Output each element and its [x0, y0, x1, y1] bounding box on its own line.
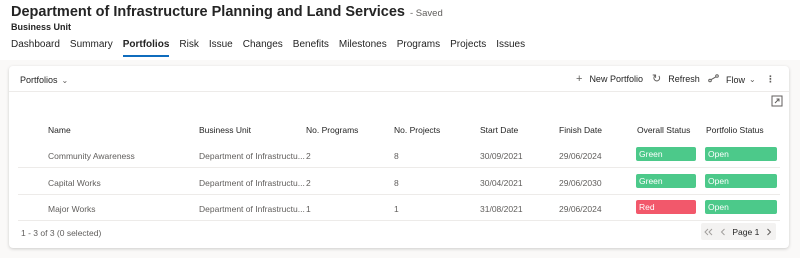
- cell-projects: 8: [394, 151, 399, 161]
- cell-name[interactable]: Major Works: [48, 204, 96, 214]
- cell-start-date: 31/08/2021: [480, 204, 523, 214]
- tab-portfolios[interactable]: Portfolios: [122, 38, 169, 60]
- tab-dashboard[interactable]: Dashboard: [11, 38, 60, 60]
- form-header: Department of Infrastructure Planning an…: [0, 0, 800, 60]
- cell-programs: 2: [306, 178, 311, 188]
- previous-page-button[interactable]: [716, 223, 731, 240]
- column-header-finish-date[interactable]: Finish Date: [559, 125, 602, 135]
- tab-benefits[interactable]: Benefits: [293, 38, 329, 60]
- column-header-portfolio-status[interactable]: Portfolio Status: [706, 125, 764, 135]
- column-header-programs[interactable]: No. Programs: [306, 125, 358, 135]
- entity-type-label: Business Unit: [11, 22, 72, 32]
- portfolio-status-badge: Open: [705, 174, 777, 188]
- cell-finish-date: 29/06/2030: [559, 178, 602, 188]
- column-header-name[interactable]: Name: [48, 125, 71, 135]
- page-indicator: Page 1: [732, 226, 760, 237]
- cell-business-unit[interactable]: Department of Infrastructu...: [199, 178, 305, 188]
- title-row: Department of Infrastructure Planning an…: [11, 4, 443, 20]
- overall-status-badge: Green: [636, 147, 696, 161]
- cell-programs: 2: [306, 151, 311, 161]
- previous-page-icon: [720, 228, 725, 235]
- save-status: - Saved: [410, 8, 443, 19]
- more-commands-button[interactable]: ⋮: [766, 74, 775, 85]
- expand-icon[interactable]: [771, 94, 783, 107]
- table-row[interactable]: Capital Works Department of Infrastructu…: [18, 169, 780, 195]
- flow-label: Flow: [726, 74, 746, 85]
- next-page-button[interactable]: [761, 223, 776, 240]
- cell-name[interactable]: Capital Works: [48, 178, 101, 188]
- refresh-label: Refresh: [668, 74, 700, 84]
- overall-status-badge: Red: [636, 200, 696, 214]
- chevron-down-icon: ⌄: [749, 75, 756, 84]
- cell-projects: 8: [394, 178, 399, 188]
- cell-programs: 1: [306, 204, 311, 214]
- record-count: 1 - 3 of 3 (0 selected): [21, 228, 102, 238]
- pagination: Page 1: [701, 223, 776, 240]
- chevron-down-icon: ⌄: [61, 75, 69, 85]
- first-page-icon: [704, 228, 713, 235]
- page-title: Department of Infrastructure Planning an…: [11, 4, 405, 20]
- tab-projects[interactable]: Projects: [450, 38, 486, 60]
- portfolio-status-badge: Open: [705, 200, 777, 214]
- refresh-icon: ↻: [652, 73, 662, 85]
- overall-status-badge: Green: [636, 174, 696, 188]
- cell-start-date: 30/09/2021: [480, 151, 523, 161]
- portfolio-status-badge: Open: [705, 147, 777, 161]
- cell-start-date: 30/04/2021: [480, 178, 523, 188]
- next-page-icon: [766, 228, 771, 235]
- cell-finish-date: 29/06/2024: [559, 204, 602, 214]
- column-header-start-date[interactable]: Start Date: [480, 125, 518, 135]
- cell-name[interactable]: Community Awareness: [48, 151, 135, 161]
- view-selector-label: Portfolios: [20, 75, 58, 85]
- new-portfolio-label: New Portfolio: [589, 74, 643, 84]
- tab-programs[interactable]: Programs: [397, 38, 440, 60]
- flow-icon: [708, 74, 719, 85]
- column-header-overall-status[interactable]: Overall Status: [637, 125, 690, 135]
- tab-changes[interactable]: Changes: [243, 38, 283, 60]
- first-page-button[interactable]: [701, 223, 716, 240]
- tab-summary[interactable]: Summary: [70, 38, 113, 60]
- cell-business-unit[interactable]: Department of Infrastructu...: [199, 151, 305, 161]
- refresh-button[interactable]: ↻ Refresh: [652, 73, 700, 85]
- column-header-business-unit[interactable]: Business Unit: [199, 125, 251, 135]
- new-portfolio-button[interactable]: + New Portfolio: [576, 73, 643, 85]
- cell-projects: 1: [394, 204, 399, 214]
- tab-issue[interactable]: Issue: [209, 38, 233, 60]
- tab-risk[interactable]: Risk: [179, 38, 198, 60]
- tab-milestones[interactable]: Milestones: [339, 38, 387, 60]
- column-header-projects[interactable]: No. Projects: [394, 125, 440, 135]
- plus-icon: +: [576, 73, 583, 85]
- portfolios-subgrid: Portfolios ⌄ + New Portfolio ↻ Refresh F…: [9, 66, 789, 248]
- flow-button[interactable]: Flow ⌄: [708, 74, 756, 85]
- cell-business-unit[interactable]: Department of Infrastructu...: [199, 204, 305, 214]
- tab-bar: Dashboard Summary Portfolios Risk Issue …: [11, 38, 535, 60]
- table-row[interactable]: Major Works Department of Infrastructu..…: [18, 195, 780, 221]
- tab-issues[interactable]: Issues: [496, 38, 525, 60]
- table-row[interactable]: Community Awareness Department of Infras…: [18, 142, 780, 168]
- view-selector[interactable]: Portfolios ⌄: [20, 75, 68, 85]
- cell-finish-date: 29/06/2024: [559, 151, 602, 161]
- subgrid-command-bar: Portfolios ⌄ + New Portfolio ↻ Refresh F…: [9, 66, 789, 92]
